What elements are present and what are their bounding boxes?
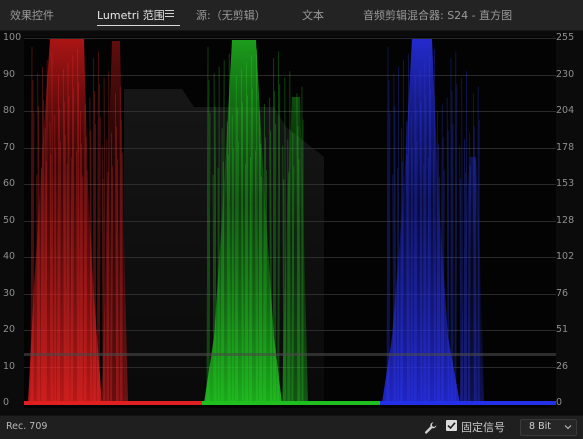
right-scale-label: 26: [556, 361, 569, 372]
color-space-label: Rec. 709: [6, 421, 48, 432]
left-scale-label: 60: [3, 178, 16, 189]
clamp-signal-checkbox[interactable]: [446, 420, 457, 431]
left-scale-label: 30: [3, 288, 16, 299]
right-scale-label: 204: [556, 105, 575, 116]
left-scale-label: 70: [3, 142, 16, 153]
blue-channel-trace: [460, 157, 484, 403]
tab-text[interactable]: 文本: [302, 7, 324, 23]
bit-depth-select[interactable]: 8 Bit: [520, 419, 577, 436]
settings-wrench-icon[interactable]: [424, 420, 438, 434]
left-scale-label: 50: [3, 215, 16, 226]
right-scale-label: 0: [556, 397, 563, 408]
tab-lumetri-scopes[interactable]: Lumetri 范围: [97, 7, 165, 23]
left-scale-label: 10: [3, 361, 16, 372]
luma-band: [24, 353, 556, 356]
tab-source[interactable]: 源:（无剪辑）: [196, 7, 266, 23]
right-scale-label: 153: [556, 178, 575, 189]
left-scale-label: 90: [3, 69, 16, 80]
rgb-parade-svg: [24, 38, 556, 405]
red-baseline: [24, 401, 202, 405]
panel-tab-bar: 效果控件 Lumetri 范围 源:（无剪辑） 文本 音频剪辑混合器: S24 …: [0, 0, 583, 31]
clamp-signal-label[interactable]: 固定信号: [461, 419, 505, 435]
right-scale-label: 51: [556, 324, 569, 335]
blue-baseline: [380, 401, 556, 405]
left-scale-label: 100: [3, 32, 22, 43]
right-scale-label: 230: [556, 69, 575, 80]
green-baseline: [202, 401, 380, 405]
chevron-down-icon: [564, 425, 572, 430]
active-tab-indicator: [97, 25, 180, 26]
left-scale-label: 20: [3, 324, 16, 335]
left-scale-label: 40: [3, 251, 16, 262]
bit-depth-value: 8 Bit: [529, 421, 551, 432]
tab-effect-controls[interactable]: 效果控件: [10, 7, 54, 23]
panel-menu-icon[interactable]: [165, 10, 174, 18]
lumetri-scope-area: 100 255 90 230 80 204 70 178 60 153 50 128 40 102 30 76…: [0, 31, 583, 415]
right-scale-label: 178: [556, 142, 575, 153]
right-scale-label: 255: [556, 32, 575, 43]
tab-audio-clip-mixer[interactable]: 音频剪辑混合器: S24 - 直方图: [363, 7, 512, 23]
right-scale-label: 102: [556, 251, 575, 262]
rgb-parade-plot: [24, 37, 556, 408]
left-scale-label: 80: [3, 105, 16, 116]
right-scale-label: 128: [556, 215, 575, 226]
right-scale-label: 76: [556, 288, 569, 299]
left-scale-label: 0: [3, 397, 10, 408]
scope-footer: Rec. 709 固定信号 8 Bit: [0, 415, 583, 439]
